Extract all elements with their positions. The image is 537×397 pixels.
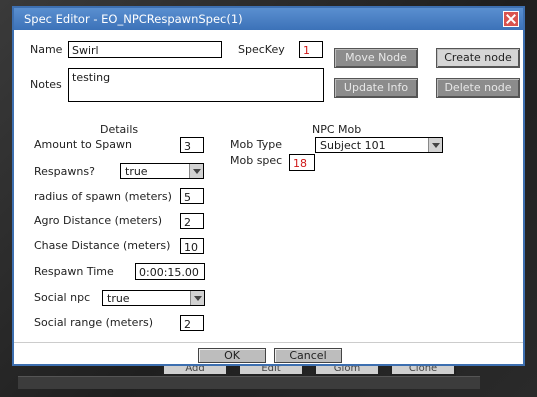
move-node-button[interactable]: Move Node bbox=[334, 48, 418, 68]
close-icon[interactable] bbox=[503, 11, 519, 27]
mob-spec-label: Mob spec bbox=[230, 154, 283, 167]
respawn-time-input[interactable]: 0:00:15.00 bbox=[135, 263, 205, 280]
social-range-label: Social range (meters) bbox=[34, 316, 153, 329]
mob-type-select-value: Subject 101 bbox=[320, 139, 386, 152]
social-npc-label: Social npc bbox=[34, 291, 91, 304]
social-range-input[interactable]: 2 bbox=[180, 315, 204, 331]
name-input[interactable]: Swirl bbox=[68, 41, 222, 58]
background-panel bbox=[18, 376, 480, 389]
respawn-time-label: Respawn Time bbox=[34, 265, 114, 278]
spec-editor-dialog: Spec Editor - EO_NPCRespawnSpec(1) Name … bbox=[12, 6, 525, 366]
social-npc-select-value: true bbox=[107, 292, 130, 305]
agro-distance-input[interactable]: 2 bbox=[180, 213, 204, 229]
respawns-select[interactable]: true bbox=[120, 163, 204, 179]
social-npc-select[interactable]: true bbox=[102, 290, 205, 306]
respawns-label: Respawns? bbox=[34, 165, 95, 178]
cancel-button[interactable]: Cancel bbox=[274, 348, 342, 363]
delete-node-button[interactable]: Delete node bbox=[436, 78, 520, 98]
name-label: Name bbox=[30, 43, 63, 56]
npc-mob-heading: NPC Mob bbox=[312, 123, 362, 136]
chevron-down-icon[interactable] bbox=[190, 291, 204, 305]
amount-to-spawn-input[interactable]: 3 bbox=[180, 137, 204, 153]
amount-to-spawn-label: Amount to Spawn bbox=[34, 138, 132, 151]
mob-type-select[interactable]: Subject 101 bbox=[315, 137, 443, 153]
dialog-title: Spec Editor - EO_NPCRespawnSpec(1) bbox=[24, 12, 243, 26]
chase-distance-label: Chase Distance (meters) bbox=[34, 239, 171, 252]
chase-distance-input[interactable]: 10 bbox=[180, 238, 204, 254]
mob-type-label: Mob Type bbox=[230, 138, 282, 151]
chevron-down-icon[interactable] bbox=[428, 138, 442, 152]
mob-spec-field[interactable]: 18 bbox=[289, 154, 315, 171]
chevron-down-icon[interactable] bbox=[189, 164, 203, 178]
agro-distance-label: Agro Distance (meters) bbox=[34, 214, 163, 227]
details-heading: Details bbox=[100, 123, 139, 136]
radius-label: radius of spawn (meters) bbox=[34, 190, 172, 203]
notes-textarea[interactable]: testing bbox=[68, 68, 324, 102]
title-bar[interactable]: Spec Editor - EO_NPCRespawnSpec(1) bbox=[14, 8, 523, 30]
footer-divider bbox=[14, 342, 523, 343]
create-node-button[interactable]: Create node bbox=[436, 48, 520, 68]
speckey-label: SpecKey bbox=[238, 43, 285, 56]
update-info-button[interactable]: Update Info bbox=[334, 78, 418, 98]
respawns-select-value: true bbox=[125, 165, 148, 178]
speckey-field[interactable]: 1 bbox=[299, 41, 323, 58]
notes-label: Notes bbox=[30, 78, 62, 91]
radius-input[interactable]: 5 bbox=[180, 188, 204, 204]
ok-button[interactable]: OK bbox=[198, 348, 266, 363]
